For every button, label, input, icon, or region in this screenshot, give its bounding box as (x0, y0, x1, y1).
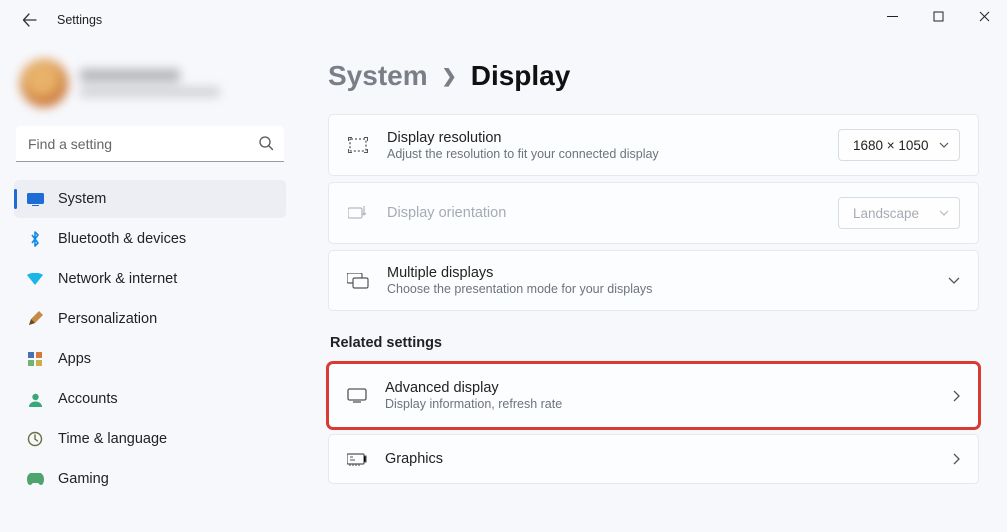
dropdown-value: Landscape (853, 206, 919, 221)
card-text: Graphics (385, 451, 935, 467)
gaming-icon (26, 473, 44, 485)
sidebar-item-apps[interactable]: Apps (14, 340, 286, 378)
sidebar-item-label: Apps (58, 351, 91, 367)
network-icon (26, 273, 44, 285)
card-display-resolution[interactable]: Display resolution Adjust the resolution… (328, 114, 979, 176)
search-input[interactable] (16, 126, 284, 162)
minimize-icon (887, 11, 898, 22)
sidebar-item-label: Gaming (58, 471, 109, 487)
maximize-icon (933, 11, 944, 22)
sidebar-item-network[interactable]: Network & internet (14, 260, 286, 298)
card-desc: Choose the presentation mode for your di… (387, 282, 930, 296)
card-title: Display orientation (387, 205, 820, 221)
maximize-button[interactable] (915, 0, 961, 32)
card-title: Graphics (385, 451, 935, 467)
graphics-icon (347, 452, 367, 467)
back-button[interactable] (15, 5, 45, 35)
multiple-displays-icon (347, 273, 369, 289)
dropdown-value: 1680 × 1050 (853, 138, 928, 153)
card-text: Display orientation (387, 205, 820, 221)
sidebar-item-accounts[interactable]: Accounts (14, 380, 286, 418)
accounts-icon (26, 392, 44, 407)
card-desc: Display information, refresh rate (385, 397, 935, 411)
card-title: Advanced display (385, 380, 935, 396)
search-box[interactable] (16, 126, 284, 162)
resolution-icon (347, 137, 369, 153)
card-text: Display resolution Adjust the resolution… (387, 130, 820, 161)
time-language-icon (26, 431, 44, 447)
orientation-dropdown: Landscape (838, 197, 960, 229)
card-display-orientation: Display orientation Landscape (328, 182, 979, 244)
expand-icon[interactable] (948, 277, 960, 284)
titlebar: Settings (0, 0, 1007, 40)
card-text: Advanced display Display information, re… (385, 380, 935, 411)
arrow-left-icon (22, 12, 38, 28)
window-controls (869, 0, 1007, 32)
sidebar-item-label: Time & language (58, 431, 167, 447)
sidebar-item-label: System (58, 191, 106, 207)
apps-icon (26, 352, 44, 367)
sidebar: System Bluetooth & devices Network & int… (0, 40, 300, 532)
sidebar-item-gaming[interactable]: Gaming (14, 460, 286, 498)
breadcrumb-parent[interactable]: System (328, 60, 428, 92)
advanced-display-icon (347, 388, 367, 403)
sidebar-item-label: Personalization (58, 311, 157, 327)
sidebar-item-label: Bluetooth & devices (58, 231, 186, 247)
chevron-down-icon (939, 210, 949, 216)
main-content: System ❯ Display Display resolution Adju… (300, 40, 1007, 532)
sidebar-item-time-language[interactable]: Time & language (14, 420, 286, 458)
breadcrumb: System ❯ Display (328, 60, 979, 92)
card-graphics[interactable]: Graphics (328, 434, 979, 484)
close-button[interactable] (961, 0, 1007, 32)
card-multiple-displays[interactable]: Multiple displays Choose the presentatio… (328, 250, 979, 311)
related-settings-heading: Related settings (330, 335, 979, 351)
resolution-dropdown[interactable]: 1680 × 1050 (838, 129, 960, 161)
chevron-right-icon (953, 453, 960, 465)
bluetooth-icon (26, 231, 44, 247)
search-icon (258, 135, 274, 151)
card-title: Display resolution (387, 130, 820, 146)
orientation-icon (347, 205, 369, 221)
chevron-right-icon: ❯ (442, 66, 457, 87)
avatar (20, 59, 68, 107)
profile-text (80, 69, 220, 97)
sidebar-item-bluetooth[interactable]: Bluetooth & devices (14, 220, 286, 258)
profile-block[interactable] (20, 58, 280, 108)
sidebar-item-label: Network & internet (58, 271, 177, 287)
card-text: Multiple displays Choose the presentatio… (387, 265, 930, 296)
chevron-right-icon (953, 390, 960, 402)
minimize-button[interactable] (869, 0, 915, 32)
sidebar-item-system[interactable]: System (14, 180, 286, 218)
sidebar-nav: System Bluetooth & devices Network & int… (14, 180, 286, 498)
card-advanced-display[interactable]: Advanced display Display information, re… (328, 363, 979, 428)
system-icon (26, 193, 44, 206)
card-desc: Adjust the resolution to fit your connec… (387, 147, 820, 161)
breadcrumb-current: Display (471, 60, 571, 92)
close-icon (979, 11, 990, 22)
window-title: Settings (57, 13, 102, 27)
chevron-down-icon (939, 142, 949, 148)
sidebar-item-label: Accounts (58, 391, 118, 407)
card-title: Multiple displays (387, 265, 930, 281)
personalization-icon (26, 311, 44, 327)
sidebar-item-personalization[interactable]: Personalization (14, 300, 286, 338)
